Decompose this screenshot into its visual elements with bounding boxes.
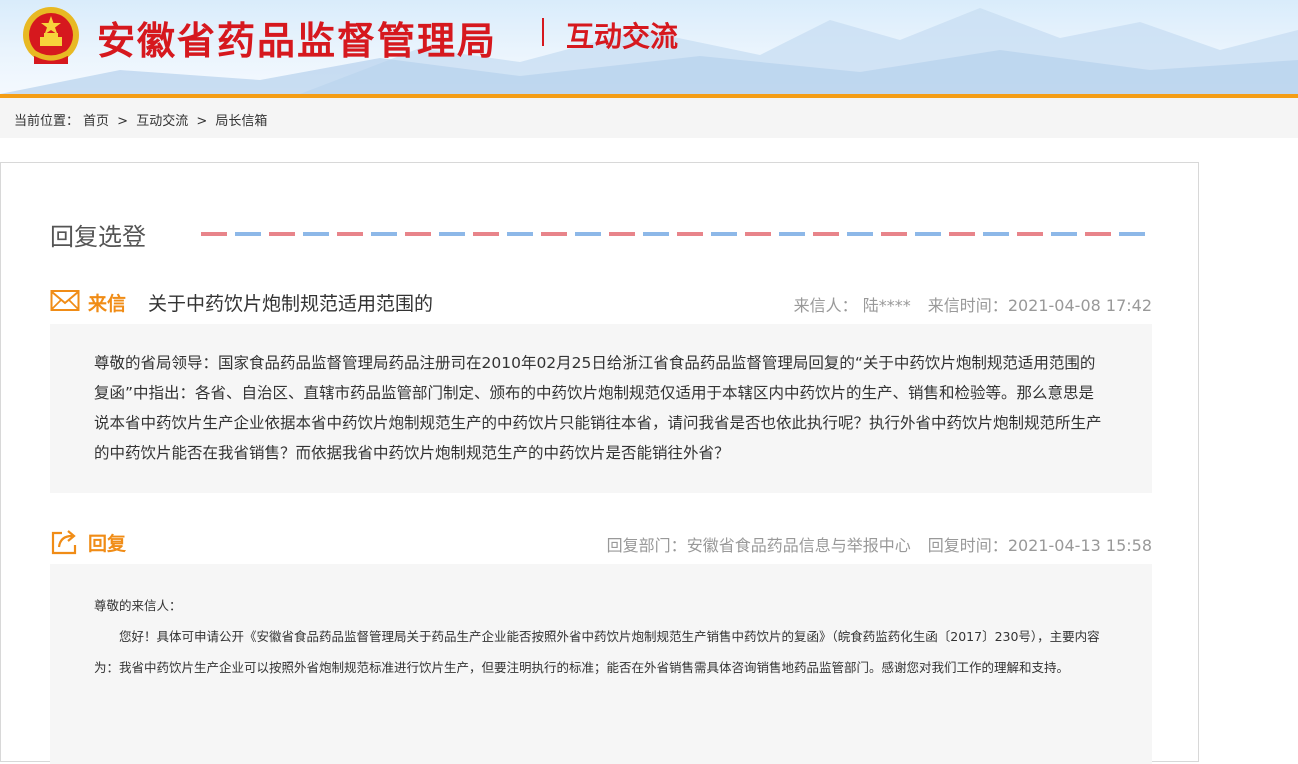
panel-heading: 回复选登	[50, 223, 146, 251]
title-divider	[542, 18, 544, 46]
reply-header: 回复 回复部门：安徽省食品药品信息与举报中心 回复时间：2021-04-13 1…	[50, 527, 1152, 557]
letter-time-label: 来信时间：	[927, 296, 1008, 315]
breadcrumb-link-home[interactable]: 首页	[83, 114, 109, 129]
reply-text: 您好！具体可申请公开《安徽省食品药品监督管理局关于药品生产企业能否按照外省中药饮…	[94, 629, 1100, 675]
letter-meta: 来信人： 陆**** 来信时间：2021-04-08 17:42	[794, 292, 1152, 316]
reply-meta: 回复部门：安徽省食品药品信息与举报中心 回复时间：2021-04-13 15:5…	[607, 532, 1152, 556]
breadcrumb-label: 当前位置：	[14, 114, 80, 129]
section-title: 互动交流	[566, 20, 679, 53]
share-reply-icon	[51, 530, 77, 555]
letter-content-box: 尊敬的省局领导：国家食品药品监督管理局药品注册司在2010年02月25日给浙江省…	[50, 324, 1152, 493]
reply-body: 尊敬的来信人： 您好！具体可申请公开《安徽省食品药品监督管理局关于药品生产企业能…	[50, 564, 1152, 699]
reply-dept: 安徽省食品药品信息与举报中心	[686, 536, 911, 555]
sender-label: 来信人：	[793, 296, 858, 315]
site-header: 安徽省药品监督管理局 互动交流	[0, 0, 1298, 94]
letter-subject: 关于中药饮片炮制规范适用范围的	[148, 293, 434, 315]
letter-body: 尊敬的省局领导：国家食品药品监督管理局药品注册司在2010年02月25日给浙江省…	[94, 354, 1102, 462]
letter-header: 来信 关于中药饮片炮制规范适用范围的 来信人： 陆**** 来信时间：2021-…	[50, 287, 1152, 317]
breadcrumb-separator: >	[196, 114, 208, 129]
site-title[interactable]: 安徽省药品监督管理局	[97, 10, 497, 65]
airmail-divider	[201, 232, 1145, 236]
reply-time: 2021-04-13 15:58	[1007, 536, 1152, 555]
envelope-icon	[50, 290, 80, 311]
breadcrumb: 当前位置： 首页 > 互动交流 > 局长信箱	[14, 110, 271, 129]
reply-content-box: 尊敬的来信人： 您好！具体可申请公开《安徽省食品药品监督管理局关于药品生产企业能…	[50, 564, 1152, 764]
sender-name: 陆****	[862, 296, 911, 315]
reply-tag: 回复	[88, 533, 127, 555]
breadcrumb-separator: >	[117, 114, 129, 129]
national-emblem-icon	[23, 7, 79, 64]
letter-tag: 来信	[88, 293, 127, 315]
reply-panel: 回复选登 来信 关于中药饮片炮制规范适用范围的 来信人： 陆**** 来信时间：…	[0, 162, 1199, 764]
breadcrumb-link-mailbox[interactable]: 局长信箱	[215, 114, 267, 129]
reply-greeting: 尊敬的来信人：	[94, 598, 182, 613]
reply-time-label: 回复时间：	[927, 536, 1008, 555]
breadcrumb-bar: 当前位置： 首页 > 互动交流 > 局长信箱	[0, 98, 1298, 138]
letter-time: 2021-04-08 17:42	[1007, 296, 1152, 315]
breadcrumb-link-interaction[interactable]: 互动交流	[136, 114, 188, 129]
reply-dept-label: 回复部门：	[606, 536, 687, 555]
